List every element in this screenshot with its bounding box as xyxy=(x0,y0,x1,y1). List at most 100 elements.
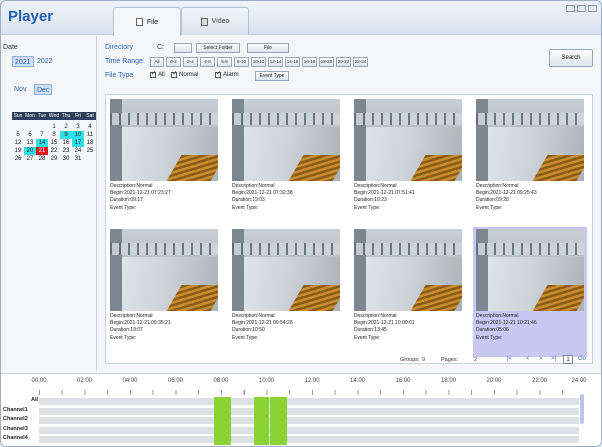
result-item[interactable]: Description:Normal Begin:2021-12-21 07:23… xyxy=(107,97,221,227)
close-button[interactable] xyxy=(588,5,597,12)
timeline-tick: 20:00 xyxy=(486,378,502,384)
file-button[interactable]: File xyxy=(247,43,289,53)
calendar-day-2[interactable]: 2 xyxy=(60,123,72,131)
calendar-day-14[interactable]: 14 xyxy=(36,139,48,147)
go-button[interactable]: Go xyxy=(578,356,586,362)
timeline-tick: 22:00 xyxy=(531,378,548,384)
search-button[interactable]: Search xyxy=(549,49,593,67)
video-thumbnail[interactable] xyxy=(232,99,340,181)
recording-segment[interactable] xyxy=(269,397,287,445)
month-dec[interactable]: Dec xyxy=(34,84,53,95)
video-thumbnail[interactable] xyxy=(476,229,584,311)
calendar-day-30[interactable]: 30 xyxy=(60,155,72,163)
time-range-2-4[interactable]: 2-4 xyxy=(183,57,198,67)
page-input[interactable]: 1 xyxy=(563,355,573,364)
video-thumbnail[interactable] xyxy=(354,229,462,311)
result-item[interactable]: Description:Normal Begin:2021-12-21 10:21… xyxy=(473,227,587,357)
channel-track[interactable] xyxy=(39,407,579,416)
calendar-day-7[interactable]: 7 xyxy=(36,131,48,139)
tab-video[interactable]: Video xyxy=(181,7,249,35)
first-page-button[interactable]: |< xyxy=(507,356,512,362)
minimize-button[interactable] xyxy=(566,5,575,12)
video-thumbnail[interactable] xyxy=(354,99,462,181)
recording-segment[interactable] xyxy=(253,397,269,445)
calendar-day-10[interactable]: 10 xyxy=(72,131,84,139)
time-range-18-20[interactable]: 18-20 xyxy=(319,57,334,67)
time-range-14-16[interactable]: 14-16 xyxy=(285,57,300,67)
video-thumbnail[interactable] xyxy=(110,99,218,181)
timeline-scrollbar[interactable] xyxy=(580,394,584,424)
time-range-12-14[interactable]: 12-14 xyxy=(268,57,283,67)
maximize-button[interactable] xyxy=(577,5,586,12)
calendar-day-22[interactable]: 22 xyxy=(48,147,60,155)
calendar-day-26[interactable]: 26 xyxy=(12,155,24,163)
time-range-4-6[interactable]: 4-6 xyxy=(200,57,215,67)
result-description: Description:Normal xyxy=(232,313,275,319)
channel-track[interactable] xyxy=(39,417,579,425)
event-type-button[interactable]: Event Type xyxy=(255,71,289,81)
result-item[interactable]: Description:Normal Begin:2021-12-21 07:32… xyxy=(229,97,343,227)
channel-track[interactable] xyxy=(39,436,579,444)
result-item[interactable]: Description:Normal Begin:2021-12-21 09:54… xyxy=(229,227,343,357)
calendar-day-27[interactable]: 27 xyxy=(24,155,36,163)
tab-video-label: Video xyxy=(211,18,230,25)
time-range-20-22[interactable]: 20-22 xyxy=(336,57,351,67)
time-range-All[interactable]: All xyxy=(150,57,164,67)
result-item[interactable]: Description:Normal Begin:2021-12-21 07:51… xyxy=(351,97,465,227)
calendar-day-6[interactable]: 6 xyxy=(24,131,36,139)
calendar-day-20[interactable]: 20 xyxy=(24,147,36,155)
calendar-day-19[interactable]: 19 xyxy=(12,147,24,155)
tab-file[interactable]: File xyxy=(113,7,181,36)
calendar-day-24[interactable]: 24 xyxy=(72,147,84,155)
month-nov[interactable]: Nov. xyxy=(12,84,30,95)
calendar-day-23[interactable]: 23 xyxy=(60,147,72,155)
calendar-day-5[interactable]: 5 xyxy=(12,131,24,139)
last-page-button[interactable]: >| xyxy=(551,356,556,362)
year-2022[interactable]: 2022 xyxy=(35,56,55,67)
calendar-day-21[interactable]: 21 xyxy=(36,147,48,155)
calendar-day-25[interactable]: 25 xyxy=(84,147,96,155)
time-range-22-24[interactable]: 22-24 xyxy=(353,57,368,67)
calendar-day-1[interactable]: 1 xyxy=(48,123,60,131)
time-range-16-18[interactable]: 16-18 xyxy=(302,57,317,67)
calendar-day-17[interactable]: 17 xyxy=(72,139,84,147)
time-range-10-12[interactable]: 10-12 xyxy=(251,57,266,67)
calendar-day-13[interactable]: 13 xyxy=(24,139,36,147)
calendar-day-29[interactable]: 29 xyxy=(48,155,60,163)
result-item[interactable]: Description:Normal Begin:2021-12-21 09:25… xyxy=(473,97,587,227)
checkbox-all[interactable]: All xyxy=(150,70,165,78)
video-thumbnail[interactable] xyxy=(110,229,218,311)
prev-page-button[interactable]: < xyxy=(526,356,530,362)
result-item[interactable]: Description:Normal Begin:2021-12-21 10:00… xyxy=(351,227,465,357)
thumbnail-cabinet xyxy=(232,229,244,311)
directory-input[interactable] xyxy=(174,43,192,53)
calendar-day-9[interactable]: 9 xyxy=(60,131,72,139)
calendar-day-3[interactable]: 3 xyxy=(72,123,84,131)
calendar-day-31[interactable]: 31 xyxy=(72,155,84,163)
calendar-day-18[interactable]: 18 xyxy=(84,139,96,147)
calendar-day-4[interactable]: 4 xyxy=(84,123,96,131)
channel-track[interactable] xyxy=(39,398,579,406)
select-folder-button[interactable]: Select Folder xyxy=(196,43,240,53)
calendar-day-11[interactable]: 11 xyxy=(84,131,96,139)
calendar-day-8[interactable]: 8 xyxy=(48,131,60,139)
calendar-day-empty xyxy=(24,123,36,131)
weekday-sat: Sat xyxy=(86,113,94,119)
checkbox-normal[interactable]: Normal xyxy=(171,70,198,78)
calendar-day-15[interactable]: 15 xyxy=(48,139,60,147)
result-info: Description:Normal Begin:2021-12-21 10:00… xyxy=(354,313,415,342)
time-range-6-8[interactable]: 6-8 xyxy=(217,57,232,67)
recording-segment[interactable] xyxy=(214,397,232,445)
video-thumbnail[interactable] xyxy=(476,99,584,181)
time-range-8-10[interactable]: 8-10 xyxy=(234,57,249,67)
channel-track[interactable] xyxy=(39,426,579,435)
video-thumbnail[interactable] xyxy=(232,229,340,311)
calendar-day-28[interactable]: 28 xyxy=(36,155,48,163)
calendar-day-16[interactable]: 16 xyxy=(60,139,72,147)
next-page-button[interactable]: > xyxy=(539,356,543,362)
year-2021[interactable]: 2021 xyxy=(12,56,34,67)
checkbox-alarm[interactable]: Alarm xyxy=(215,70,239,78)
result-item[interactable]: Description:Normal Begin:2021-12-21 09:35… xyxy=(107,227,221,357)
time-range-0-2[interactable]: 0-2 xyxy=(166,57,181,67)
calendar-day-12[interactable]: 12 xyxy=(12,139,24,147)
